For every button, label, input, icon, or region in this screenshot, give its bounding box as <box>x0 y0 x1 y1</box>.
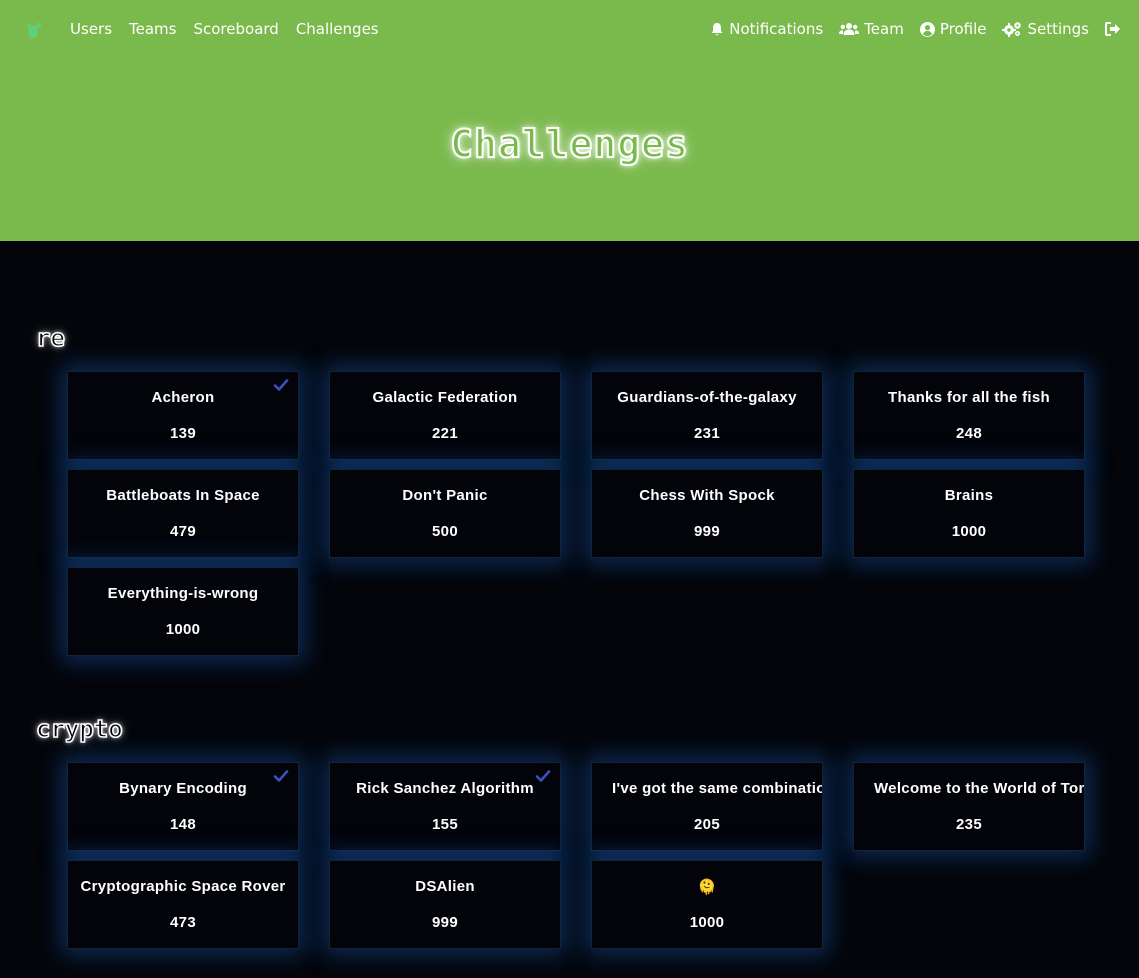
user-circle-icon <box>919 21 935 37</box>
challenge-name: Thanks for all the fish <box>888 389 1050 406</box>
challenge-value: 1000 <box>689 914 725 931</box>
logo-icon[interactable] <box>24 20 44 40</box>
challenge-card[interactable]: Thanks for all the fish 248 <box>853 371 1085 460</box>
challenge-card[interactable]: Galactic Federation 221 <box>329 371 561 460</box>
nav-link-settings-label: Settings <box>1027 20 1089 38</box>
challenge-card[interactable]: DSAlien 999 <box>329 860 561 949</box>
challenge-value: 999 <box>432 914 458 931</box>
challenge-value: 473 <box>170 914 196 931</box>
challenge-grid: Bynary Encoding 148 Rick Sanchez Algorit… <box>67 762 1087 949</box>
challenge-card[interactable]: Acheron 139 <box>67 371 299 460</box>
challenge-value: 1000 <box>951 523 987 540</box>
bell-icon <box>711 22 723 35</box>
challenge-value: 1000 <box>165 621 201 638</box>
challenge-name: Guardians-of-the-galaxy <box>617 389 797 406</box>
nav-link-users[interactable]: Users <box>70 20 112 38</box>
challenge-name: I've got the same combination <box>612 780 823 797</box>
hero-banner: Challenges <box>0 58 1139 241</box>
challenge-value: 231 <box>694 425 720 442</box>
challenge-name: Cryptographic Space Rover <box>80 878 286 895</box>
nav-link-scoreboard[interactable]: Scoreboard <box>193 20 278 38</box>
challenge-card[interactable]: I've got the same combination 205 <box>591 762 823 851</box>
nav-link-profile-label: Profile <box>939 20 987 38</box>
nav-link-team[interactable]: Team <box>839 20 904 38</box>
challenge-value: 148 <box>170 816 196 833</box>
cogs-icon <box>1002 22 1022 37</box>
challenge-name: Don't Panic <box>402 487 488 504</box>
nav-link-settings[interactable]: Settings <box>1002 20 1089 38</box>
category-title: crypto <box>35 714 123 744</box>
challenge-card[interactable]: Brains 1000 <box>853 469 1085 558</box>
challenge-card[interactable]: Guardians-of-the-galaxy 231 <box>591 371 823 460</box>
nav-link-profile[interactable]: Profile <box>919 20 987 38</box>
challenge-name: Welcome to the World of Tomorrow <box>874 780 1084 797</box>
check-icon <box>273 770 289 782</box>
check-icon <box>273 379 289 391</box>
challenge-value: 500 <box>432 523 458 540</box>
nav-link-challenges[interactable]: Challenges <box>296 20 379 38</box>
category-title: re <box>35 323 66 353</box>
challenge-card[interactable]: 🫠 1000 <box>591 860 823 949</box>
challenge-name: Battleboats In Space <box>106 487 260 504</box>
nav-left: Users Teams Scoreboard Challenges <box>70 0 379 58</box>
challenge-value: 999 <box>694 523 720 540</box>
challenge-value: 139 <box>170 425 196 442</box>
challenge-name: DSAlien <box>415 878 475 895</box>
challenge-card[interactable]: Don't Panic 500 <box>329 469 561 558</box>
logout-link[interactable] <box>1105 22 1121 36</box>
challenge-name: Brains <box>944 487 994 504</box>
challenge-value: 248 <box>956 425 982 442</box>
challenge-card[interactable]: Welcome to the World of Tomorrow 235 <box>853 762 1085 851</box>
nav-link-team-label: Team <box>864 20 904 38</box>
challenge-value: 155 <box>432 816 458 833</box>
logout-icon <box>1105 22 1120 36</box>
challenge-card[interactable]: Rick Sanchez Algorithm 155 <box>329 762 561 851</box>
page-title: Challenges <box>449 121 689 167</box>
nav-link-notifications[interactable]: Notifications <box>710 20 823 38</box>
challenge-value: 205 <box>694 816 720 833</box>
challenge-value: 479 <box>170 523 196 540</box>
navbar: Users Teams Scoreboard Challenges Notifi… <box>0 0 1139 58</box>
challenge-card[interactable]: Battleboats In Space 479 <box>67 469 299 558</box>
challenge-name: Chess With Spock <box>639 487 775 504</box>
challenge-name: 🫠 <box>697 879 717 896</box>
check-icon <box>535 770 551 782</box>
challenge-card[interactable]: Cryptographic Space Rover 473 <box>67 860 299 949</box>
challenge-name: Bynary Encoding <box>119 780 247 797</box>
challenge-card[interactable]: Everything-is-wrong 1000 <box>67 567 299 656</box>
challenge-name: Galactic Federation <box>372 389 518 406</box>
users-icon <box>839 23 860 35</box>
challenge-card[interactable]: Bynary Encoding 148 <box>67 762 299 851</box>
challenge-card[interactable]: Chess With Spock 999 <box>591 469 823 558</box>
challenge-name: Everything-is-wrong <box>107 585 259 602</box>
challenge-value: 221 <box>432 425 458 442</box>
nav-right: Notifications Team Profile Settings <box>710 0 1121 58</box>
challenge-value: 235 <box>956 816 982 833</box>
challenge-grid: Acheron 139 Galactic Federation 221 Guar… <box>67 371 1087 656</box>
challenge-name: Acheron <box>151 389 215 406</box>
nav-link-notifications-label: Notifications <box>729 20 824 38</box>
challenge-name: Rick Sanchez Algorithm <box>356 780 534 797</box>
nav-link-teams[interactable]: Teams <box>129 20 176 38</box>
